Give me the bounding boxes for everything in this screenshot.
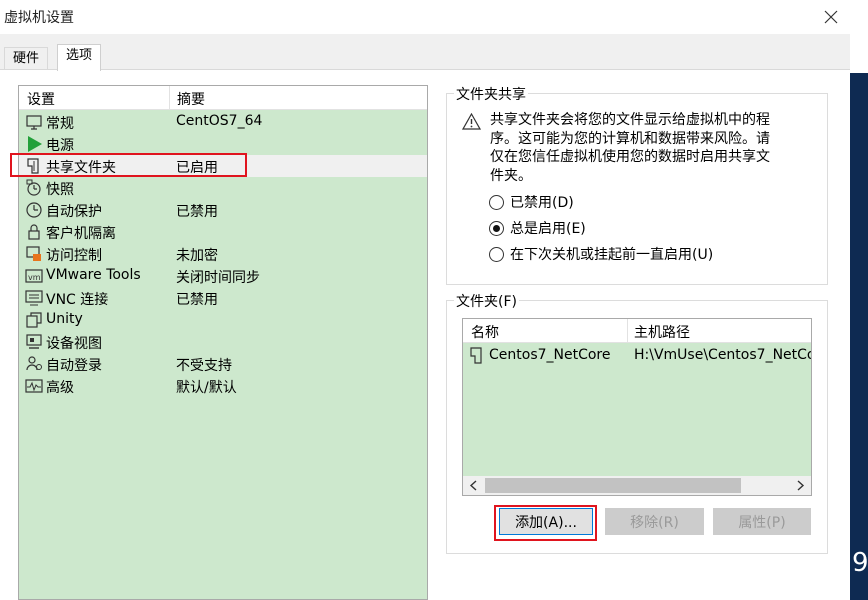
settings-row-label: 自动登录 xyxy=(46,358,102,374)
highlight-shared-folders-annotation xyxy=(10,153,247,177)
radio-circle xyxy=(489,246,504,262)
folder-host-path: H:\VmUse\Centos7_NetCore xyxy=(634,347,812,363)
settings-row-general[interactable]: 常规 CentOS7_64 xyxy=(19,111,427,133)
column-header-summary[interactable]: 摘要 xyxy=(177,89,205,109)
settings-list-header: 设置 摘要 xyxy=(19,86,427,110)
settings-row-summary: 关闭时间同步 xyxy=(176,270,260,286)
close-button[interactable] xyxy=(818,4,844,30)
snapshot-icon xyxy=(26,179,41,196)
settings-row-label: VNC 连接 xyxy=(46,292,109,308)
settings-row-label: 高级 xyxy=(46,380,74,396)
settings-row-label: 客户机隔离 xyxy=(46,226,116,242)
column-header-setting[interactable]: 设置 xyxy=(27,89,55,109)
settings-row-autologin[interactable]: 自动登录 不受支持 xyxy=(19,353,427,375)
autoprotect-clock-icon xyxy=(26,202,42,218)
background-glyph: 9 xyxy=(852,548,868,578)
settings-row-vnc[interactable]: VNC 连接 已禁用 xyxy=(19,287,427,309)
settings-row-label: 访问控制 xyxy=(46,248,102,264)
settings-row-unity[interactable]: Unity xyxy=(19,309,427,331)
background-desktop-strip: 9 xyxy=(850,0,868,600)
radio-label: 在下次关机或挂起前一直启用(U) xyxy=(510,247,714,263)
warning-icon xyxy=(462,113,481,130)
settings-row-access-control[interactable]: 访问控制 未加密 xyxy=(19,243,427,265)
vmware-tools-icon: vm xyxy=(25,269,43,283)
settings-row-summary: 已禁用 xyxy=(176,292,218,308)
scrollbar-thumb[interactable] xyxy=(485,478,741,493)
title-bar: 虚拟机设置 xyxy=(0,0,850,34)
sharing-warning-text: 共享文件夹会将您的文件显示给虚拟机中的程序。这可能为您的计算机和数据带来风险。请… xyxy=(490,112,770,184)
settings-row-label: 快照 xyxy=(46,182,74,198)
shared-folder-icon xyxy=(470,347,482,364)
properties-button[interactable]: 属性(P) xyxy=(713,508,811,535)
folders-list-header: 名称 主机路径 xyxy=(463,319,811,343)
vm-settings-window: 虚拟机设置 硬件 选项 设置 摘要 常规 CentOS7_64 电源 共享文件夹… xyxy=(0,0,850,600)
settings-row-label: 常规 xyxy=(46,116,74,132)
close-icon xyxy=(824,10,838,24)
settings-row-summary: 默认/默认 xyxy=(176,380,237,396)
vnc-icon xyxy=(25,290,43,306)
folder-row[interactable]: Centos7_NetCore H:\VmUse\Centos7_NetCore xyxy=(463,345,811,367)
remove-button[interactable]: 移除(R) xyxy=(605,508,704,535)
access-control-icon xyxy=(26,246,41,261)
settings-row-label: 电源 xyxy=(46,138,74,154)
autologin-icon xyxy=(26,356,42,371)
device-view-icon xyxy=(26,334,42,349)
scroll-left-icon[interactable] xyxy=(467,479,481,492)
radio-label: 已禁用(D) xyxy=(510,195,574,211)
settings-row-device-view[interactable]: 设备视图 xyxy=(19,331,427,353)
settings-row-power[interactable]: 电源 xyxy=(19,133,427,155)
settings-row-summary: 不受支持 xyxy=(176,358,232,374)
radio-circle xyxy=(489,220,504,236)
tab-hardware[interactable]: 硬件 xyxy=(4,47,49,71)
radio-disabled[interactable]: 已禁用(D) xyxy=(489,192,574,212)
settings-row-label: VMware Tools xyxy=(46,267,141,283)
folder-sharing-group-title: 文件夹共享 xyxy=(454,84,528,104)
general-monitor-icon xyxy=(26,115,42,130)
settings-row-snapshot[interactable]: 快照 xyxy=(19,177,427,199)
settings-row-label: 自动保护 xyxy=(46,204,102,220)
settings-row-advanced[interactable]: 高级 默认/默认 xyxy=(19,375,427,397)
settings-row-guest-isolation[interactable]: 客户机隔离 xyxy=(19,221,427,243)
scroll-right-icon[interactable] xyxy=(793,479,807,492)
column-header-name[interactable]: 名称 xyxy=(471,322,499,342)
folders-group-title: 文件夹(F) xyxy=(454,291,519,311)
radio-selected-dot xyxy=(493,224,500,232)
folder-name: Centos7_NetCore xyxy=(489,347,611,363)
unity-icon xyxy=(26,312,42,328)
settings-row-label: Unity xyxy=(46,311,83,327)
radio-circle xyxy=(489,194,504,210)
window-title: 虚拟机设置 xyxy=(4,10,74,26)
settings-row-label: 设备视图 xyxy=(46,336,102,352)
settings-row-summary: 未加密 xyxy=(176,248,218,264)
tab-options[interactable]: 选项 xyxy=(57,44,102,71)
folders-list[interactable]: 名称 主机路径 Centos7_NetCore H:\VmUse\Centos7… xyxy=(462,318,812,496)
radio-label: 总是启用(E) xyxy=(510,221,586,237)
lock-icon xyxy=(28,224,40,240)
settings-row-summary: CentOS7_64 xyxy=(176,113,263,129)
radio-until-poweroff[interactable]: 在下次关机或挂起前一直启用(U) xyxy=(489,244,713,264)
background-window xyxy=(850,73,868,600)
advanced-icon xyxy=(25,379,43,393)
settings-row-autoprotect[interactable]: 自动保护 已禁用 xyxy=(19,199,427,221)
power-play-icon xyxy=(28,136,42,152)
horizontal-scrollbar[interactable] xyxy=(463,476,811,495)
settings-row-vmware-tools[interactable]: vm VMware Tools 关闭时间同步 xyxy=(19,265,427,287)
settings-row-summary: 已禁用 xyxy=(176,204,218,220)
radio-always-enabled[interactable]: 总是启用(E) xyxy=(489,218,586,238)
svg-text:vm: vm xyxy=(28,273,41,282)
column-header-host-path[interactable]: 主机路径 xyxy=(634,322,690,342)
highlight-add-button-annotation xyxy=(494,505,597,541)
